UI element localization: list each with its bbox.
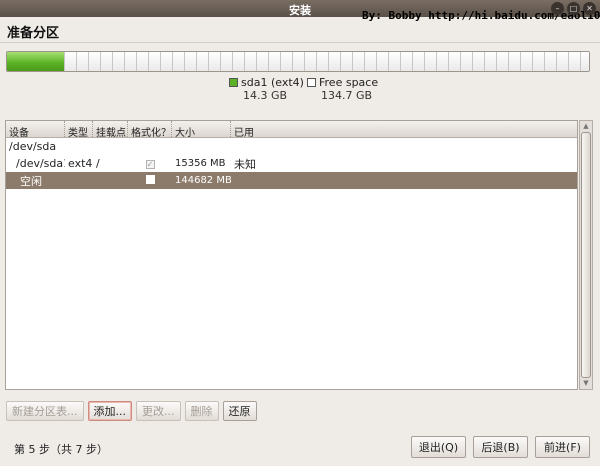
column-header-type[interactable]: 类型 [65,121,93,137]
table-row-sda[interactable]: /dev/sda [6,138,577,155]
close-icon[interactable]: ✕ [583,2,596,15]
table-row-sda1[interactable]: /dev/sda1 ext4 / ✓ 15356 MB 未知 [6,155,577,172]
partition-table[interactable]: 设备 类型 挂载点 格式化？ 大小 已用 /dev/sda /dev/sda1 … [5,120,578,390]
heading-divider [0,42,600,43]
legend-label-free: Free space [319,76,379,89]
scrollbar-thumb[interactable] [581,132,591,378]
column-header-format[interactable]: 格式化？ [128,121,172,137]
cell-used: 未知 [234,157,256,171]
legend-free: Free space 134.7 GB [307,76,378,102]
partition-segment-free [64,52,589,71]
cell-type: ext4 [68,157,93,170]
new-partition-table-button[interactable]: 新建分区表... [6,401,84,421]
quit-button[interactable]: 退出(Q) [411,436,466,458]
window-titlebar: 安装 By: Bobby http://hi.baidu.com/eaol107… [0,0,600,22]
column-header-size[interactable]: 大小 [172,121,231,137]
legend-size-free: 134.7 GB [321,89,373,102]
change-partition-button[interactable]: 更改... [136,401,181,421]
column-header-mount[interactable]: 挂载点 [93,121,128,137]
window-controls: – □ ✕ [551,2,596,15]
legend-label-sda1: sda1 (ext4) [241,76,304,89]
add-partition-button[interactable]: 添加... [87,401,132,421]
legend-size-sda1: 14.3 GB [243,89,288,102]
revert-button[interactable]: 还原 [222,401,257,421]
cell-format [128,174,172,187]
cell-device: 空闲 [20,174,42,188]
partition-segment-sda1 [7,52,64,71]
cell-size: 15356 MB [175,158,226,169]
format-checkbox-unchecked[interactable] [145,175,155,184]
table-scrollbar[interactable]: ▲ ▼ [579,120,593,390]
column-header-used[interactable]: 已用 [231,121,577,137]
cell-mount: / [96,157,100,170]
legend-sda1: sda1 (ext4) 14.3 GB [229,76,304,102]
legend-swatch-free [307,78,316,87]
page-title: 准备分区 [7,26,60,41]
cell-size: 144682 MB [175,175,231,186]
scroll-up-icon[interactable]: ▲ [582,122,590,131]
partition-actions: 新建分区表... 添加... 更改... 删除 还原 [6,401,257,421]
cell-device: /dev/sda [9,140,57,153]
cell-format: ✓ [128,157,172,170]
back-button[interactable]: 后退(B) [473,436,528,458]
forward-button[interactable]: 前进(F) [535,436,590,458]
step-indicator: 第 5 步（共 7 步） [14,443,108,456]
scroll-down-icon[interactable]: ▼ [582,379,590,388]
format-checkbox-checked: ✓ [145,160,155,169]
legend-swatch-sda1 [229,78,238,87]
maximize-icon[interactable]: □ [567,2,580,15]
delete-partition-button[interactable]: 删除 [184,401,219,421]
table-header: 设备 类型 挂载点 格式化？ 大小 已用 [6,121,577,138]
cell-device: /dev/sda1 [16,157,65,170]
navigation-buttons: 退出(Q) 后退(B) 前进(F) [411,436,590,458]
minimize-icon[interactable]: – [551,2,564,15]
partition-bar [6,51,590,72]
table-row-free-selected[interactable]: 空闲 144682 MB [6,172,577,189]
column-header-device[interactable]: 设备 [6,121,65,137]
